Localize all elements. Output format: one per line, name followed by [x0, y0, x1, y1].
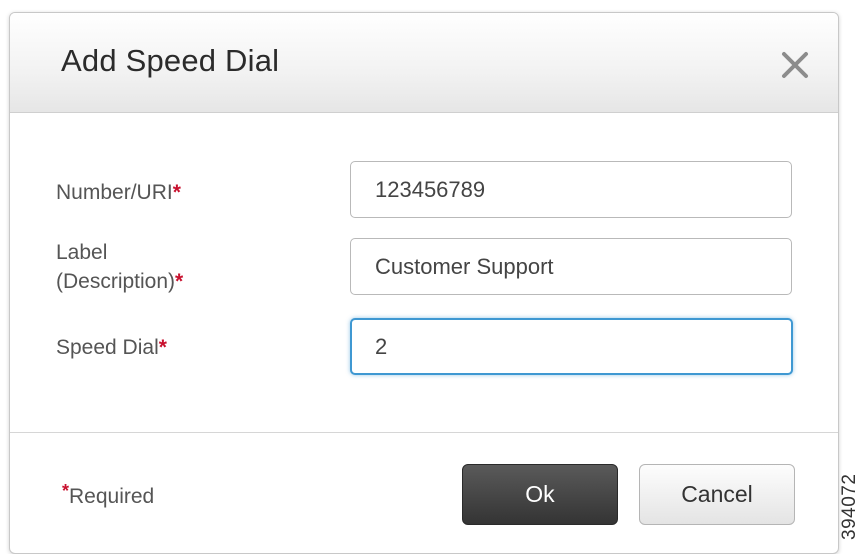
- label-description-label: Label (Description)*: [56, 238, 183, 296]
- number-uri-label-text: Number/URI: [56, 181, 173, 204]
- dialog-title: Add Speed Dial: [61, 43, 280, 78]
- required-star: *: [158, 336, 167, 359]
- speed-dial-value: 2: [375, 334, 388, 359]
- required-star: *: [172, 181, 181, 204]
- required-star: *: [175, 270, 184, 293]
- add-speed-dial-dialog: Add Speed Dial Number/URI* 123456789 Lab…: [9, 12, 839, 554]
- required-note: *Required: [62, 481, 154, 509]
- footer-divider: [10, 432, 838, 433]
- speed-dial-label-text: Speed Dial: [56, 336, 159, 359]
- figure-id: 394072: [839, 473, 860, 540]
- speed-dial-input[interactable]: 2: [350, 318, 793, 375]
- speed-dial-label: Speed Dial*: [56, 333, 167, 362]
- label-description-line1: Label: [56, 241, 108, 264]
- number-uri-label: Number/URI*: [56, 178, 181, 207]
- close-icon[interactable]: [778, 48, 812, 82]
- number-uri-input[interactable]: 123456789: [350, 161, 792, 218]
- cancel-button[interactable]: Cancel: [639, 464, 795, 525]
- label-description-line2: (Description): [56, 270, 176, 293]
- label-description-input[interactable]: Customer Support: [350, 238, 792, 295]
- ok-button[interactable]: Ok: [462, 464, 618, 525]
- number-uri-value: 123456789: [375, 177, 486, 202]
- label-description-value: Customer Support: [375, 254, 554, 279]
- required-star: *: [62, 481, 70, 501]
- required-note-text: Required: [69, 485, 155, 508]
- dialog-header: Add Speed Dial: [10, 13, 838, 113]
